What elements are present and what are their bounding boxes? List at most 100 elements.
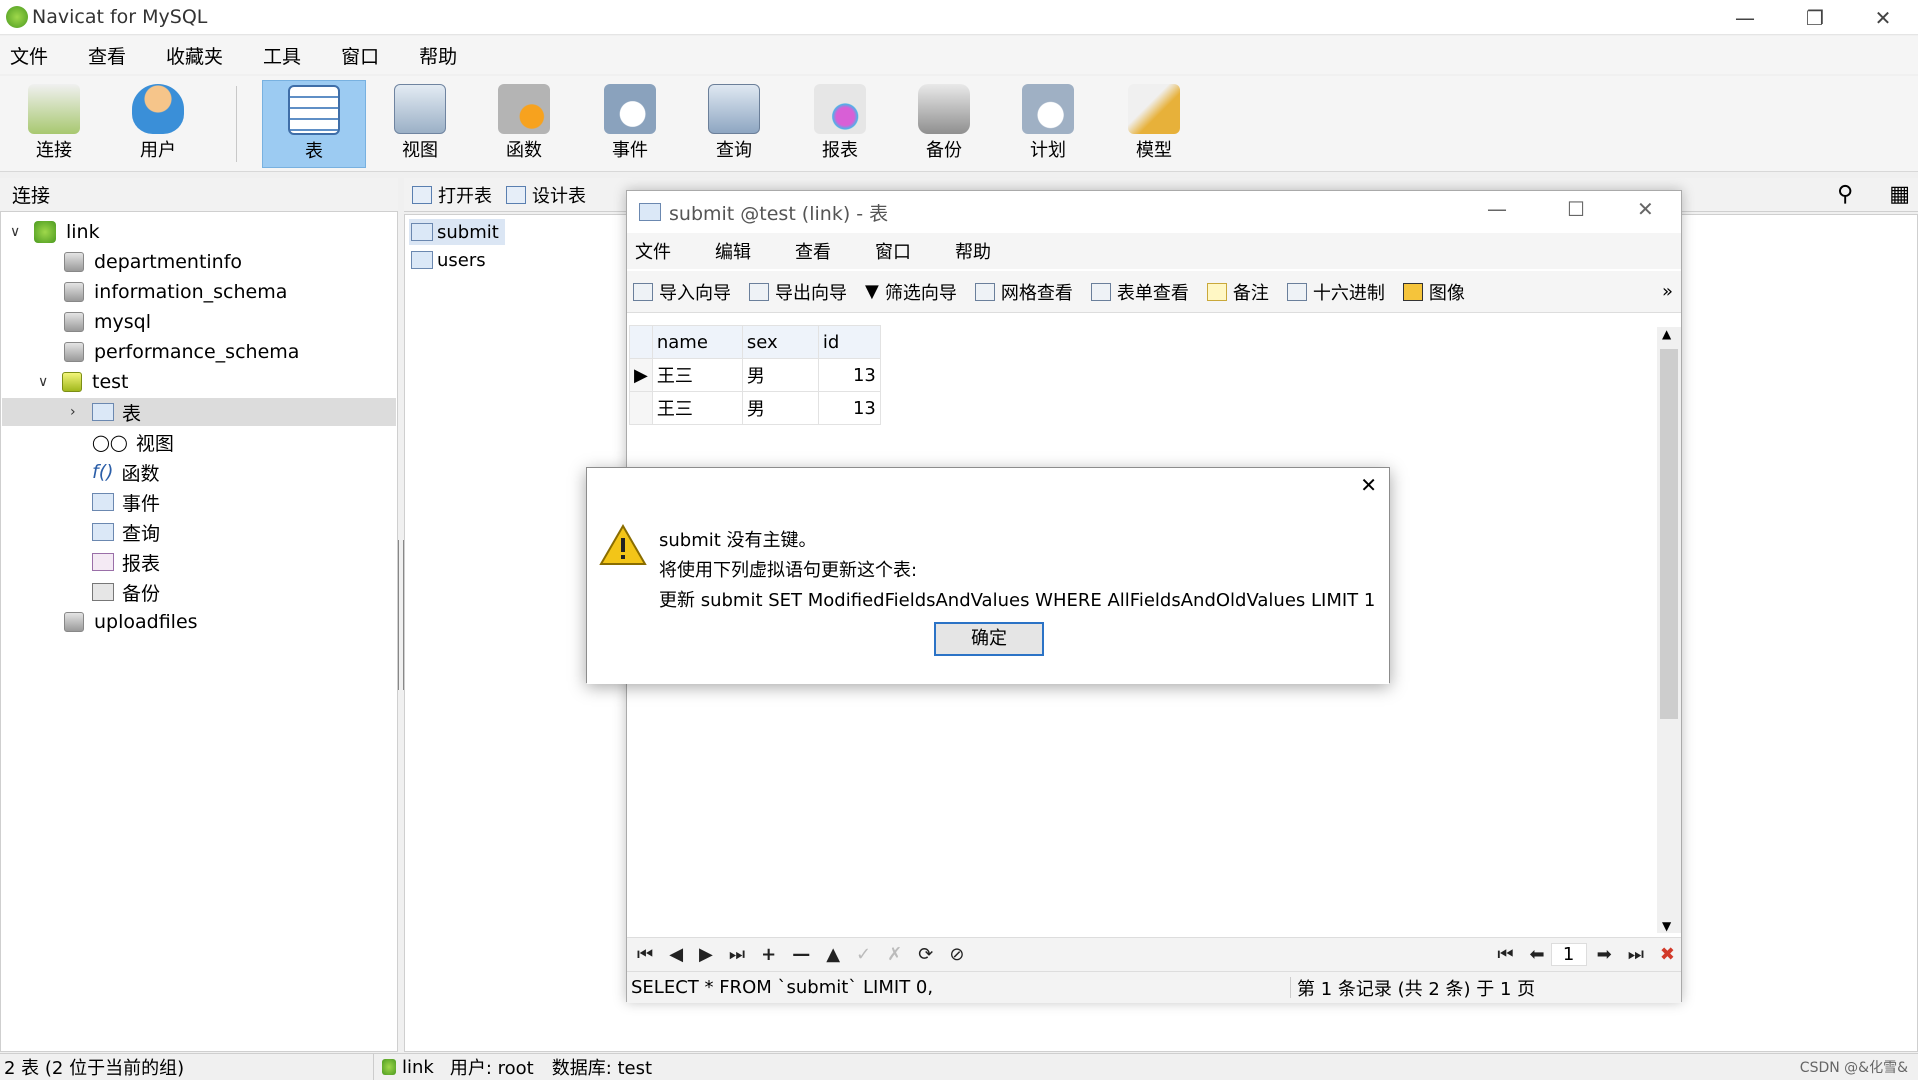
- tree-item-views[interactable]: ◯◯ 视图: [92, 428, 174, 456]
- export-wizard-button[interactable]: 导出向导: [749, 279, 847, 305]
- restore-button[interactable]: ❐: [1780, 0, 1850, 35]
- tree-connection-link[interactable]: ∨ link: [10, 218, 100, 246]
- toolbar-table-button[interactable]: 表: [262, 80, 366, 168]
- scroll-up-icon[interactable]: ▲: [1662, 327, 1671, 341]
- tree-item-functions[interactable]: f() 函数: [92, 458, 160, 486]
- tree-item-backups[interactable]: 备份: [92, 578, 160, 606]
- menu-window[interactable]: 窗口: [875, 238, 911, 264]
- filter-wizard-button[interactable]: ▼ 筛选向导: [865, 279, 957, 305]
- tree-item-events[interactable]: 事件: [92, 488, 160, 516]
- menu-window[interactable]: 窗口: [341, 42, 379, 69]
- object-label: users: [437, 249, 486, 271]
- previous-record-icon[interactable]: ◀: [669, 944, 683, 965]
- grid-view-button[interactable]: 网格查看: [974, 279, 1073, 305]
- more-tools-icon[interactable]: »: [1662, 281, 1673, 302]
- settings-tools-icon[interactable]: ✖: [1660, 944, 1675, 965]
- toolbar-function-button[interactable]: 函数: [472, 80, 576, 168]
- column-header-name[interactable]: name: [651, 325, 743, 359]
- import-wizard-button[interactable]: 导入向导: [633, 279, 731, 305]
- close-button[interactable]: ✕: [1637, 197, 1654, 221]
- minimize-button[interactable]: —: [1710, 0, 1780, 35]
- tree-db-item[interactable]: information_schema: [64, 278, 287, 306]
- scrollbar-thumb[interactable]: [1660, 349, 1678, 719]
- cell-sex[interactable]: 男: [741, 358, 819, 392]
- vertical-scrollbar[interactable]: ▲ ▼: [1657, 327, 1681, 933]
- close-button[interactable]: ✕: [1848, 0, 1918, 35]
- form-view-button[interactable]: 表单查看: [1090, 279, 1189, 305]
- design-table-button[interactable]: 设计表: [506, 182, 586, 208]
- table-window-toolbar: 导入向导 导出向导 ▼ 筛选向导 网格查看 表单查看 备注 十六进制 图像 »: [627, 271, 1681, 313]
- menu-edit[interactable]: 编辑: [715, 238, 751, 264]
- add-record-icon[interactable]: +: [761, 944, 776, 965]
- user-icon: [132, 84, 184, 134]
- cell-sex[interactable]: 男: [741, 391, 819, 425]
- previous-page-icon[interactable]: ⬅: [1530, 944, 1545, 965]
- toolbar-connection-button[interactable]: 连接: [2, 80, 106, 168]
- discard-changes-icon[interactable]: ✗: [887, 944, 902, 965]
- first-record-icon[interactable]: ⏮: [637, 944, 653, 965]
- last-record-icon[interactable]: ⏭: [729, 944, 745, 965]
- next-record-icon[interactable]: ▶: [699, 944, 713, 965]
- tree-item-reports[interactable]: 报表: [92, 548, 160, 576]
- cell-id[interactable]: 13: [817, 358, 881, 392]
- tree-db-item[interactable]: performance_schema: [64, 338, 299, 366]
- minimize-button[interactable]: —: [1487, 197, 1507, 221]
- tree-item-queries[interactable]: 查询: [92, 518, 160, 546]
- tree-db-item[interactable]: mysql: [64, 308, 151, 336]
- cell-name[interactable]: 王三: [651, 391, 743, 425]
- menu-help[interactable]: 帮助: [955, 238, 991, 264]
- toolbar-event-button[interactable]: 事件: [578, 80, 682, 168]
- scroll-down-icon[interactable]: ▼: [1662, 919, 1671, 933]
- edit-record-icon[interactable]: ▲: [826, 944, 840, 965]
- event-icon: [604, 84, 656, 134]
- memo-button[interactable]: 备注: [1206, 279, 1269, 305]
- image-button[interactable]: 图像: [1402, 279, 1465, 305]
- toolbar-query-button[interactable]: 查询: [682, 80, 786, 168]
- title-bar: Navicat for MySQL — ❐ ✕: [0, 0, 1918, 35]
- menu-help[interactable]: 帮助: [419, 42, 457, 69]
- data-grid[interactable]: name sex id ▶ 王三 男 13 王三 男 13: [629, 325, 881, 425]
- menu-view[interactable]: 查看: [88, 42, 126, 69]
- grid-view-icon[interactable]: ▦: [1889, 182, 1910, 207]
- menu-file[interactable]: 文件: [635, 238, 671, 264]
- delete-record-icon[interactable]: —: [792, 944, 810, 965]
- stop-icon[interactable]: ⊘: [949, 944, 964, 965]
- toolbar-view-button[interactable]: 视图: [368, 80, 472, 168]
- search-icon[interactable]: ⚲: [1837, 182, 1853, 207]
- menu-tools[interactable]: 工具: [263, 42, 301, 69]
- page-number-field[interactable]: 1: [1550, 943, 1587, 966]
- cell-name[interactable]: 王三: [651, 358, 743, 392]
- toolbar-model-button[interactable]: 模型: [1102, 80, 1206, 168]
- tree-db-test[interactable]: ∨ test: [38, 368, 129, 396]
- table-row[interactable]: 王三 男 13: [629, 391, 881, 425]
- tree-db-item[interactable]: departmentinfo: [64, 248, 242, 276]
- dialog-close-button[interactable]: ✕: [1360, 473, 1377, 497]
- cell-id[interactable]: 13: [817, 391, 881, 425]
- hex-button[interactable]: 十六进制: [1286, 279, 1385, 305]
- object-item-submit[interactable]: submit: [409, 219, 505, 245]
- button-label: 图像: [1428, 282, 1465, 304]
- ok-button[interactable]: 确定: [934, 622, 1044, 656]
- open-table-button[interactable]: 打开表: [412, 182, 492, 208]
- menu-view[interactable]: 查看: [795, 238, 831, 264]
- object-item-users[interactable]: users: [409, 247, 486, 273]
- menu-favorites[interactable]: 收藏夹: [166, 42, 223, 69]
- maximize-button[interactable]: ☐: [1567, 197, 1585, 221]
- toolbar-backup-button[interactable]: 备份: [892, 80, 996, 168]
- next-page-icon[interactable]: ➡: [1597, 944, 1612, 965]
- toolbar-schedule-button[interactable]: 计划: [996, 80, 1100, 168]
- table-row[interactable]: ▶ 王三 男 13: [629, 358, 881, 392]
- tree-db-item[interactable]: uploadfiles: [64, 608, 198, 636]
- button-label: 表单查看: [1116, 282, 1189, 304]
- tree-item-tables[interactable]: › 表: [2, 398, 396, 426]
- last-page-icon[interactable]: ⏭: [1628, 944, 1644, 965]
- column-header-id[interactable]: id: [817, 325, 881, 359]
- menu-file[interactable]: 文件: [10, 42, 48, 69]
- refresh-icon[interactable]: ⟳: [918, 944, 933, 965]
- toolbar-report-button[interactable]: 报表: [788, 80, 892, 168]
- first-page-icon[interactable]: ⏮: [1497, 944, 1513, 965]
- toolbar-user-button[interactable]: 用户: [106, 80, 210, 168]
- tree-label: 视图: [135, 432, 174, 455]
- column-header-sex[interactable]: sex: [741, 325, 819, 359]
- apply-changes-icon[interactable]: ✓: [856, 944, 871, 965]
